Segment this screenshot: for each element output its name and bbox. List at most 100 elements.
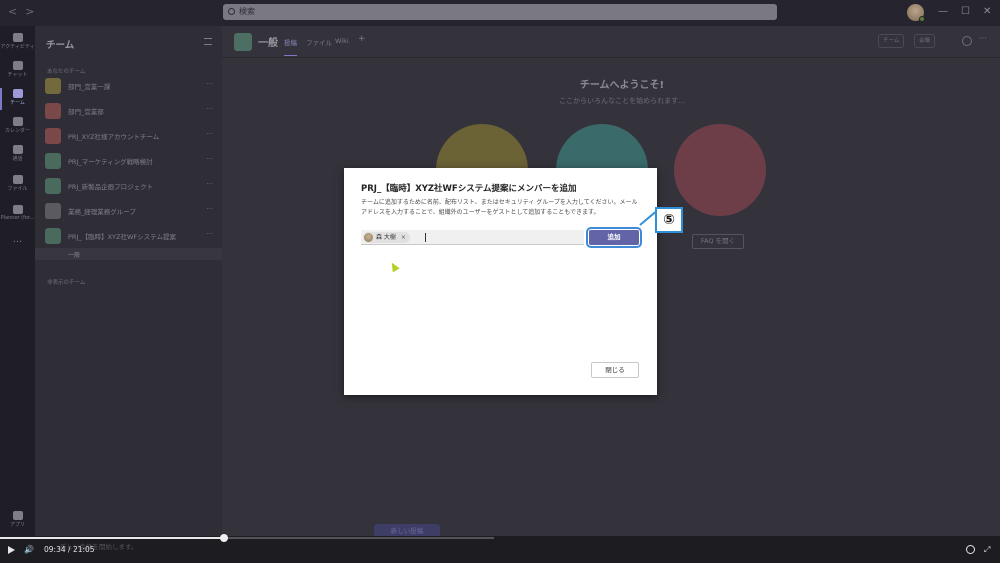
calendar-icon xyxy=(12,117,23,126)
search-placeholder: 検索 xyxy=(239,7,255,16)
rail-item-planner[interactable]: Planner (for... xyxy=(0,202,35,228)
channel-name: 一般 xyxy=(68,252,81,259)
video-progress-bar[interactable] xyxy=(0,534,494,542)
people-picker-input[interactable]: 森 大樹 × xyxy=(361,230,584,245)
chat-icon xyxy=(12,61,23,70)
more-options-icon[interactable]: ··· xyxy=(206,155,213,163)
rail-label: チャット xyxy=(7,72,28,78)
open-faq-button[interactable]: FAQ を開く xyxy=(692,234,744,249)
teams-panel: チーム あなたのチーム 部門_営業一課 ··· 部門_営業部 ··· PRJ_XYZ… xyxy=(35,26,222,536)
more-options-icon[interactable]: ··· xyxy=(206,205,213,213)
more-options-icon[interactable]: ··· xyxy=(206,180,213,188)
close-window-button[interactable]: ✕ xyxy=(983,6,991,17)
team-row[interactable]: PRJ_【臨時】XYZ社WFシステム提案 ··· xyxy=(35,224,222,248)
team-row[interactable]: PRJ_マーケティング戦略検討 ··· xyxy=(35,149,222,173)
title-bar: <> 検索 — ☐ ✕ xyxy=(0,0,1000,26)
faq-illustration xyxy=(674,124,766,216)
welcome-title: チームへようこそ! xyxy=(579,80,665,91)
team-row[interactable]: PRJ_新製品企画プロジェクト ··· xyxy=(35,174,222,198)
add-button[interactable]: 追加 xyxy=(586,227,642,248)
close-button[interactable]: 閉じる xyxy=(591,362,639,378)
rail-item-teams[interactable]: チーム xyxy=(0,86,35,112)
remove-person-icon[interactable]: × xyxy=(401,234,406,241)
phone-icon xyxy=(12,145,23,154)
welcome-subtitle: ここからいろんなことを始められます... xyxy=(559,97,685,105)
rail-item-files[interactable]: ファイル xyxy=(0,172,35,198)
text-caret xyxy=(425,233,426,242)
tab-files[interactable]: ファイル xyxy=(306,37,332,47)
bell-icon xyxy=(12,33,23,42)
video-controls xyxy=(0,536,1000,563)
team-name: 部門_営業部 xyxy=(68,108,104,116)
presence-icon xyxy=(919,16,925,22)
more-options-icon[interactable]: ··· xyxy=(206,105,213,113)
progress-fill xyxy=(0,537,225,539)
team-avatar xyxy=(45,153,61,169)
rail-more-button[interactable]: ... xyxy=(0,234,35,260)
search-input[interactable]: 検索 xyxy=(223,4,777,20)
add-tab-button[interactable]: + xyxy=(358,34,366,44)
planner-icon xyxy=(12,205,23,214)
team-name: PRJ_【臨時】XYZ社WFシステム提案 xyxy=(68,233,176,241)
user-avatar[interactable] xyxy=(907,4,925,22)
rail-label: 通話 xyxy=(12,156,23,162)
rail-item-activity[interactable]: アクティビティ xyxy=(0,30,35,56)
team-avatar xyxy=(45,78,61,94)
hidden-teams-label[interactable]: 非表示のチーム xyxy=(47,278,85,286)
rail-label: Planner (for... xyxy=(0,215,35,221)
selected-person-chip[interactable]: 森 大樹 × xyxy=(363,232,410,243)
team-avatar xyxy=(45,203,61,219)
chip-name: 森 大樹 xyxy=(376,234,396,241)
forward-arrow-icon[interactable]: > xyxy=(25,5,42,18)
team-avatar xyxy=(45,103,61,119)
rail-item-calendar[interactable]: カレンダー xyxy=(0,114,35,140)
settings-gear-icon[interactable] xyxy=(966,545,975,554)
total-time: 21:05 xyxy=(72,545,95,554)
apps-icon xyxy=(12,511,23,520)
rail-item-apps[interactable]: アプリ xyxy=(0,508,35,534)
maximize-button[interactable]: ☐ xyxy=(961,6,970,17)
tab-wiki[interactable]: Wiki xyxy=(335,37,349,45)
more-options-icon[interactable]: ··· xyxy=(206,230,213,238)
video-timecode: 09:34 / 21:05 xyxy=(44,545,95,554)
file-icon xyxy=(12,175,23,184)
team-name: PRJ_新製品企画プロジェクト xyxy=(68,183,154,191)
channel-item-general[interactable]: 一般 xyxy=(35,248,222,260)
info-icon[interactable] xyxy=(962,36,972,46)
team-row[interactable]: 部門_営業部 ··· xyxy=(35,99,222,123)
team-name: PRJ_マーケティング戦略検討 xyxy=(68,158,153,166)
channel-title: 一般 xyxy=(258,38,278,49)
more-options-icon[interactable]: ··· xyxy=(206,130,213,138)
team-row[interactable]: PRJ_XYZ社様アカウントチーム ··· xyxy=(35,124,222,148)
team-name: 業務_経理業務グループ xyxy=(68,208,136,216)
fullscreen-icon[interactable]: ⤢ xyxy=(984,545,990,555)
panel-title: チーム xyxy=(46,40,75,51)
more-options-icon[interactable]: ··· xyxy=(979,34,987,43)
team-row[interactable]: 部門_営業一課 ··· xyxy=(35,74,222,98)
rail-label: アクティビティ xyxy=(0,44,35,50)
meet-button[interactable]: 会議 xyxy=(914,34,936,48)
search-icon xyxy=(228,8,235,15)
volume-icon[interactable]: 🔊 xyxy=(24,545,34,554)
rail-label: カレンダー xyxy=(4,128,30,134)
minimize-button[interactable]: — xyxy=(938,6,948,17)
rail-item-calls[interactable]: 通話 xyxy=(0,142,35,168)
team-avatar xyxy=(45,228,61,244)
back-arrow-icon[interactable]: < xyxy=(8,5,25,18)
nav-arrows[interactable]: <> xyxy=(8,5,42,18)
play-icon[interactable] xyxy=(8,546,15,554)
more-options-icon[interactable]: ··· xyxy=(206,80,213,88)
step-callout: ⑤ xyxy=(655,207,683,233)
team-row[interactable]: 業務_経理業務グループ ··· xyxy=(35,199,222,223)
person-avatar xyxy=(364,233,373,242)
app-rail: アクティビティ チャット チーム カレンダー 通話 ファイル Planner (… xyxy=(0,26,35,536)
dialog-description: チームに追加するために名前、配布リスト、またはセキュリティ グループを入力してく… xyxy=(361,199,638,216)
tab-posts[interactable]: 投稿 xyxy=(284,37,297,56)
time-separator: / xyxy=(68,545,71,554)
dialog-title: PRJ_【臨時】XYZ社WFシステム提案にメンバーを追加 xyxy=(361,184,577,194)
rail-item-chat[interactable]: チャット xyxy=(0,58,35,84)
team-name: 部門_営業一課 xyxy=(68,83,111,91)
team-button[interactable]: チーム xyxy=(878,34,905,48)
team-avatar xyxy=(45,178,61,194)
filter-icon[interactable] xyxy=(204,38,212,45)
